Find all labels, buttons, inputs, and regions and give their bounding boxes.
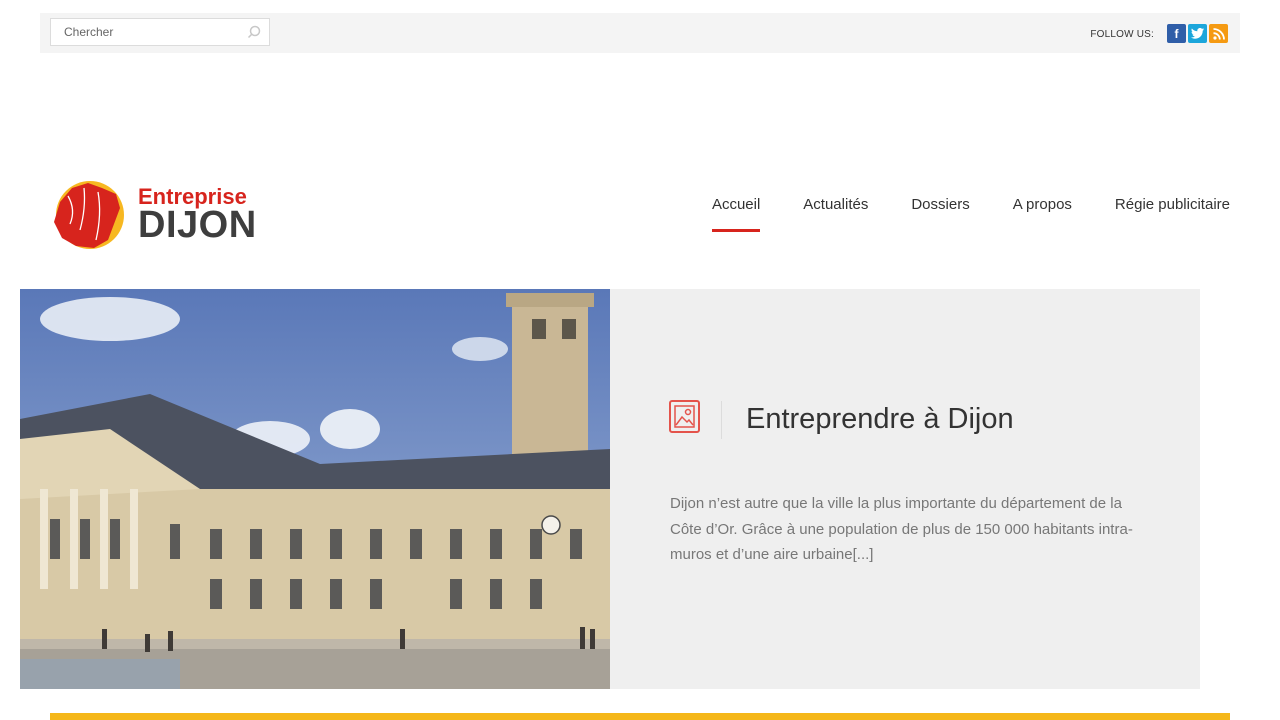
featured-post-panel: Entreprendre à Dijon Dijon n’est autre q… <box>610 289 1200 689</box>
nav-item-a-propos[interactable]: A propos <box>970 196 1072 232</box>
featured-post-title[interactable]: Entreprendre à Dijon <box>746 403 1014 436</box>
search-input[interactable] <box>51 19 231 45</box>
nav-item-accueil[interactable]: Accueil <box>711 196 761 232</box>
featured-post-excerpt: Dijon n’est autre que la ville la plus i… <box>670 495 1133 563</box>
nav-item-actualites[interactable]: Actualités <box>760 196 868 232</box>
gallery-icon <box>669 400 700 433</box>
featured-image[interactable] <box>20 289 610 689</box>
bottom-accent-bar <box>50 713 1230 720</box>
search-box <box>50 18 270 46</box>
france-map-icon <box>54 181 124 249</box>
top-bar: FOLLOW US: f <box>40 13 1240 53</box>
main-nav: Accueil Actualités Dossiers A propos Rég… <box>711 196 1230 236</box>
nav-item-regie-publicitaire[interactable]: Régie publicitaire <box>1072 196 1230 232</box>
rss-icon[interactable] <box>1209 24 1228 43</box>
facebook-icon[interactable]: f <box>1167 24 1186 43</box>
follow-us-label: FOLLOW US: <box>1090 29 1154 40</box>
site-logo[interactable]: Entreprise DIJON <box>50 180 260 252</box>
nav-item-dossiers[interactable]: Dossiers <box>868 196 969 232</box>
logo-line2: DIJON <box>138 204 257 246</box>
twitter-icon[interactable] <box>1188 24 1207 43</box>
title-divider <box>721 401 722 439</box>
search-icon[interactable] <box>247 25 261 39</box>
